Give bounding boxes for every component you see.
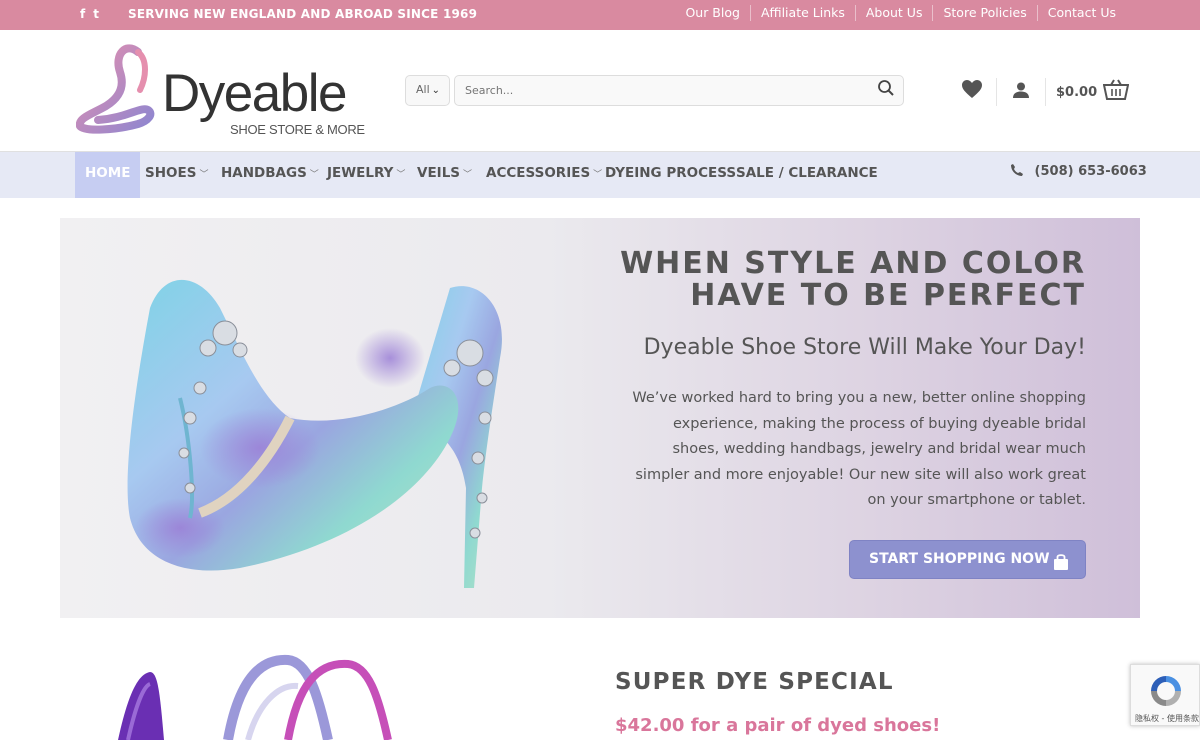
recaptcha-text: 隐私权 - 使用条款 xyxy=(1135,714,1199,723)
nav-item-label: JEWELRY xyxy=(327,165,394,181)
cart-total: $0.00 xyxy=(1056,84,1098,100)
chevron-down-icon: ﹀ xyxy=(463,170,473,180)
search-input[interactable] xyxy=(454,75,904,106)
phone-text: (508) 653-6063 xyxy=(1034,164,1147,179)
nav-item-jewelry[interactable]: JEWELRY ﹀ xyxy=(327,152,405,198)
header-icons: $0.00 xyxy=(958,78,1130,106)
shopping-bag-icon xyxy=(1053,549,1069,585)
hero-title-line1: WHEN STYLE AND COLOR xyxy=(620,246,1086,281)
top-link-affiliate[interactable]: Affiliate Links xyxy=(749,5,855,21)
special-shoes-image xyxy=(118,654,392,740)
special-title: SUPER DYE SPECIAL xyxy=(615,669,894,695)
hero-body: We’ve worked hard to bring you a new, be… xyxy=(632,390,1086,508)
chevron-down-icon: ﹀ xyxy=(396,170,406,180)
twitter-icon[interactable]: t xyxy=(93,7,99,21)
cart-button[interactable]: $0.00 xyxy=(1056,79,1130,105)
hero-title-line2: HAVE TO BE PERFECT xyxy=(690,278,1086,313)
nav-item-accessories[interactable]: ACCESSORIES ﹀ xyxy=(486,152,602,198)
search-category-value: All xyxy=(416,83,430,96)
top-link-blog[interactable]: Our Blog xyxy=(675,5,750,21)
nav-item-label: HANDBAGS xyxy=(221,165,307,181)
social-links: f t xyxy=(80,7,99,21)
start-shopping-button[interactable]: START SHOPPING NOW xyxy=(849,540,1086,579)
hero-banner: WHEN STYLE AND COLOR HAVE TO BE PERFECT … xyxy=(60,218,1140,618)
search-bar: All ⌄ xyxy=(405,75,905,107)
nav-item-label: SHOES xyxy=(145,165,197,181)
nav-item-sale-clearance[interactable]: SALE / CLEARANCE xyxy=(736,152,878,198)
divider xyxy=(1045,78,1046,106)
main-nav: HOME SHOES ﹀ HANDBAGS ﹀ JEWELRY ﹀ VEILS ﹀ AC… xyxy=(0,151,1200,198)
top-link-policies[interactable]: Store Policies xyxy=(932,5,1036,21)
top-link-about[interactable]: About Us xyxy=(854,5,933,21)
chevron-down-icon: ⌄ xyxy=(431,85,441,96)
facebook-icon[interactable]: f xyxy=(80,7,85,21)
nav-item-label: DYEING PROCESS xyxy=(605,165,737,181)
phone-number[interactable]: (508) 653-6063 xyxy=(1010,152,1147,192)
chevron-down-icon: ﹀ xyxy=(593,170,603,180)
top-link-contact[interactable]: Contact Us xyxy=(1036,5,1126,21)
search-icon[interactable] xyxy=(877,79,895,102)
nav-item-home[interactable]: HOME xyxy=(75,152,141,198)
nav-item-label: HOME xyxy=(85,165,131,181)
chevron-down-icon: ﹀ xyxy=(309,170,319,180)
nav-item-label: ACCESSORIES xyxy=(486,165,591,181)
cart-icon xyxy=(1102,79,1130,105)
nav-item-dyeing-process[interactable]: DYEING PROCESS xyxy=(605,152,736,198)
nav-item-veils[interactable]: VEILS ﹀ xyxy=(417,152,472,198)
search-category-select[interactable]: All ⌄ xyxy=(405,75,450,106)
recaptcha-badge[interactable]: 隐私权 - 使用条款 xyxy=(1130,664,1200,726)
start-shopping-label: START SHOPPING NOW xyxy=(869,551,1050,567)
heart-icon[interactable] xyxy=(958,79,986,105)
phone-icon xyxy=(1010,164,1029,179)
hero-subtitle: Dyeable Shoe Store Will Make Your Day! xyxy=(643,335,1086,360)
logo-subtitle: SHOE STORE & MORE xyxy=(230,122,365,137)
special-price: $42.00 for a pair of dyed shoes! xyxy=(615,715,941,736)
top-bar: f t SERVING NEW ENGLAND AND ABROAD SINCE… xyxy=(0,0,1200,30)
top-links: Our Blog Affiliate Links About Us Store … xyxy=(675,5,1126,21)
header: Dyeable SHOE STORE & MORE All⌄ $0.00 xyxy=(0,30,1200,150)
divider xyxy=(996,78,997,106)
hero-title: WHEN STYLE AND COLOR HAVE TO BE PERFECT xyxy=(566,248,1086,312)
site-logo[interactable]: Dyeable SHOE STORE & MORE xyxy=(76,44,376,140)
user-icon[interactable] xyxy=(1007,81,1035,103)
tagline: SERVING NEW ENGLAND AND ABROAD SINCE 196… xyxy=(128,7,478,21)
nav-item-label: SALE / CLEARANCE xyxy=(736,165,878,181)
nav-item-shoes[interactable]: SHOES ﹀ xyxy=(145,152,208,198)
logo-text: Dyeable xyxy=(162,64,347,123)
chevron-down-icon: ﹀ xyxy=(199,170,209,180)
nav-item-handbags[interactable]: HANDBAGS ﹀ xyxy=(221,152,319,198)
recaptcha-icon xyxy=(1151,676,1181,706)
hero-shoe-image xyxy=(127,279,502,588)
nav-item-label: VEILS xyxy=(417,165,461,181)
logo-swoosh-icon xyxy=(76,44,155,134)
